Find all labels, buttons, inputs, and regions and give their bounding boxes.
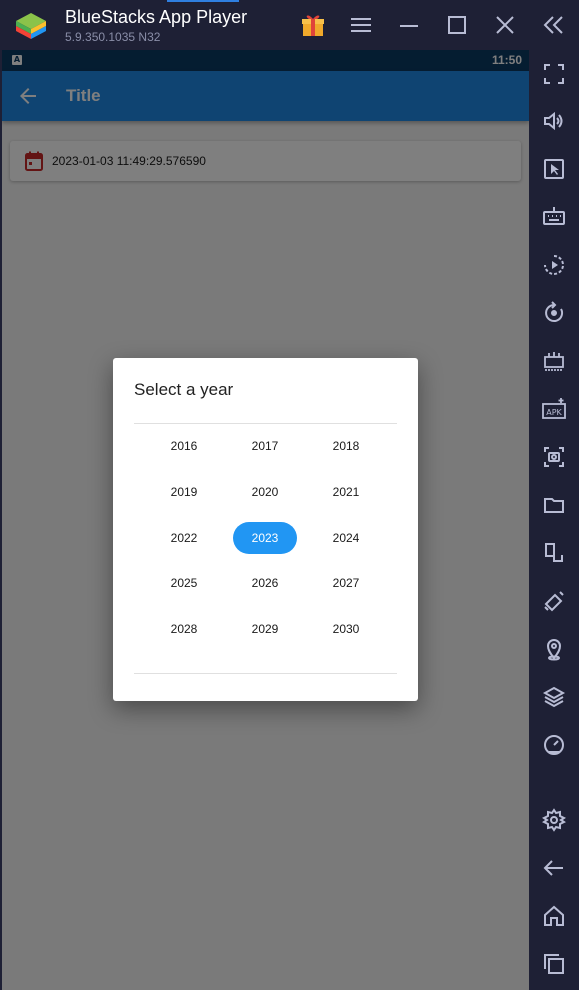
close-icon[interactable] (491, 11, 519, 39)
svg-text:APK: APK (546, 408, 562, 417)
year-option[interactable]: 2025 (152, 567, 216, 599)
year-option[interactable]: 2021 (314, 476, 378, 508)
home-icon[interactable] (540, 902, 568, 930)
app-title: BlueStacks App Player (65, 7, 248, 27)
year-option[interactable]: 2026 (233, 567, 297, 599)
record-icon[interactable] (540, 251, 568, 279)
dialog-title: Select a year (134, 380, 234, 399)
year-option[interactable]: 2024 (314, 522, 378, 554)
minimize-icon[interactable] (395, 11, 423, 39)
year-option[interactable]: 2030 (314, 613, 378, 645)
recent-apps-icon[interactable] (540, 950, 568, 978)
tab-accent-line (167, 0, 239, 2)
year-option[interactable]: 2017 (233, 430, 297, 462)
bluestacks-sidebar: APK (529, 50, 579, 990)
year-option[interactable]: 2016 (152, 430, 216, 462)
menu-icon[interactable] (347, 11, 375, 39)
multi-instance-icon[interactable] (540, 539, 568, 567)
window-title-bar: BlueStacks App Player 5.9.350.1035 N32 (0, 0, 579, 50)
apk-icon[interactable]: APK (540, 395, 568, 423)
collapse-sidebar-icon[interactable] (540, 11, 568, 39)
dialog-divider-top (134, 423, 397, 424)
year-option[interactable]: 2022 (152, 522, 216, 554)
pointer-icon[interactable] (540, 155, 568, 183)
year-picker-dialog: Select a year 2016 2017 2018 2019 2020 2021 20… (113, 358, 418, 701)
year-option[interactable]: 2019 (152, 476, 216, 508)
app-version: 5.9.350.1035 N32 (65, 30, 161, 44)
location-icon[interactable] (540, 635, 568, 663)
settings-icon[interactable] (540, 806, 568, 834)
back-icon[interactable] (540, 854, 568, 882)
year-option[interactable]: 2027 (314, 567, 378, 599)
year-option[interactable]: 2018 (314, 430, 378, 462)
keyboard-icon[interactable] (540, 203, 568, 231)
year-option[interactable]: 2028 (152, 613, 216, 645)
year-option[interactable]: 2020 (233, 476, 297, 508)
bluestacks-logo-icon (16, 13, 46, 39)
rotate-icon[interactable] (540, 299, 568, 327)
macro-icon[interactable] (540, 347, 568, 375)
year-option-selected[interactable]: 2023 (233, 522, 297, 554)
year-grid: 2016 2017 2018 2019 2020 2021 2022 2023 2024 2025… (134, 430, 397, 659)
screenshot-icon[interactable] (540, 443, 568, 471)
maximize-icon[interactable] (443, 11, 471, 39)
dialog-divider-bottom (134, 673, 397, 674)
year-option[interactable]: 2029 (233, 613, 297, 645)
volume-icon[interactable] (540, 107, 568, 135)
eco-mode-icon[interactable] (540, 587, 568, 615)
gift-icon[interactable] (299, 11, 327, 39)
speed-icon[interactable] (540, 731, 568, 759)
folder-icon[interactable] (540, 491, 568, 519)
layers-icon[interactable] (540, 683, 568, 711)
android-screen: A 11:50 Title 2023-01-03 11:49:29.576590… (2, 50, 529, 990)
fullscreen-icon[interactable] (540, 60, 568, 88)
